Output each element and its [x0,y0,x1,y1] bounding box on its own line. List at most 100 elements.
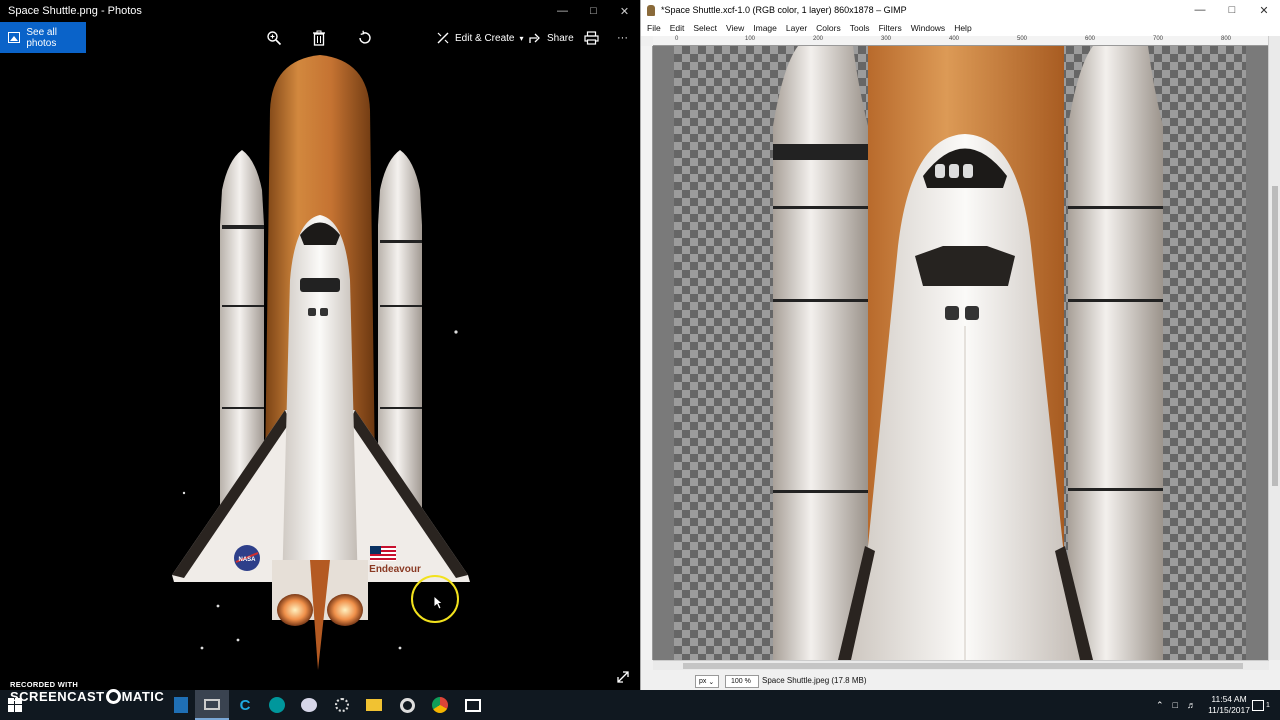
zoom-selector[interactable]: 100 % [725,675,759,688]
image-canvas[interactable] [653,46,1268,660]
gear-icon [335,698,349,712]
ruler-tick: 700 [1153,36,1164,42]
menu-file[interactable]: File [647,23,666,33]
chevron-down-icon: ▾ [519,33,524,43]
action-center-button[interactable]: 1 [1252,690,1270,720]
taskbar-app-c[interactable]: C [234,694,256,716]
photos-minimize-button[interactable]: — [547,0,578,22]
watermark-brand-a: SCREENCAST [10,689,105,704]
edit-create-label: Edit & Create [455,32,515,44]
ruler-tick: 300 [881,36,892,42]
c-logo-icon: C [239,696,251,714]
taskbar-screen-recorder[interactable] [195,690,229,720]
share-button[interactable]: Share [528,28,574,48]
taskbar-obs[interactable] [396,694,418,716]
ruler-tick: 600 [1085,36,1096,42]
ruler-tick: 200 [813,36,824,42]
zoom-icon [267,31,282,46]
taskbar-photos[interactable] [462,694,484,716]
photos-window-title: Space Shuttle.png - Photos [8,5,142,17]
ruler-tick: 400 [949,36,960,42]
photos-icon [465,698,481,712]
edit-create-button[interactable]: Edit & Create ▾ [436,28,524,48]
taskbar-arduino[interactable] [266,694,288,716]
photos-maximize-button[interactable]: □ [578,0,609,22]
edit-icon [437,32,449,44]
chevron-up-icon[interactable]: ⌃ [1156,700,1164,711]
taskbar-clock[interactable]: 11:54 AM 11/15/2017 [1208,694,1250,716]
status-image-info: Space Shuttle.jpeg (17.8 MB) [762,676,867,685]
menu-colors[interactable]: Colors [816,23,846,33]
rotate-button[interactable] [357,28,373,48]
see-all-photos-button[interactable]: See all photos [0,22,86,53]
unit-selector[interactable]: px ⌄ [695,675,719,688]
menu-select[interactable]: Select [693,23,722,33]
vertical-ruler[interactable] [641,46,653,660]
gimp-statusbar: px ⌄ 100 % Space Shuttle.jpeg (17.8 MB) [641,672,1280,690]
screencast-logo-icon [105,689,121,704]
gimp-minimize-button[interactable]: — [1184,0,1216,20]
menu-edit[interactable]: Edit [670,23,690,33]
windows-taskbar: C ⌃ □ ♬ 11:54 AM 11/15/2017 1 [0,690,1280,720]
zoom-button[interactable] [266,28,282,48]
ruler-tick: 100 [745,36,756,42]
chevron-down-icon: ⌄ [708,678,715,686]
notification-count: 1 [1266,701,1270,709]
menu-filters[interactable]: Filters [879,23,907,33]
clock-date: 11/15/2017 [1208,705,1250,715]
photos-titlebar: Space Shuttle.png - Photos [0,0,640,22]
photos-close-button[interactable]: ✕ [609,0,640,22]
folder-icon [366,699,382,711]
network-icon[interactable]: □ [1173,700,1178,710]
gimp-close-button[interactable]: ✕ [1248,0,1280,20]
photos-window-controls: — □ ✕ [547,0,640,22]
orbiter-name-text: Endeavour [369,564,421,575]
mouse-cursor-icon [433,595,443,610]
more-options-button[interactable]: ··· [617,28,628,48]
print-icon [584,31,599,45]
vertical-scroll-thumb[interactable] [1272,186,1278,486]
menu-layer[interactable]: Layer [786,23,812,33]
watermark-brand-b: MATIC [121,689,165,704]
share-icon [529,33,540,43]
desktop: Space Shuttle.png - Photos — □ ✕ See all… [0,0,1280,720]
watermark-line1: RECORDED WITH [10,680,79,689]
gimp-window: *Space Shuttle.xcf-1.0 (RGB color, 1 lay… [640,0,1280,690]
trash-icon [313,30,325,46]
menu-tools[interactable]: Tools [850,23,875,33]
app-icon [174,697,188,713]
volume-icon[interactable]: ♬ [1187,700,1196,710]
horizontal-scrollbar[interactable] [653,660,1269,670]
ruler-tick: 500 [1017,36,1028,42]
rotate-icon [359,30,371,44]
horizontal-ruler[interactable]: 0 100 200 300 400 500 600 700 800 [653,36,1269,46]
print-button[interactable] [584,28,599,48]
fullscreen-expand-icon[interactable] [616,670,630,684]
taskbar-blue-app[interactable] [170,694,192,716]
menu-image[interactable]: Image [753,23,782,33]
menu-windows[interactable]: Windows [911,23,950,33]
taskbar-file-explorer[interactable] [363,694,385,716]
taskbar-settings[interactable] [331,694,353,716]
photo-gallery-icon [8,32,21,43]
delete-button[interactable] [312,28,326,48]
menu-view[interactable]: View [726,23,749,33]
horizontal-scroll-thumb[interactable] [683,663,1243,669]
vertical-scrollbar[interactable] [1268,36,1280,660]
recording-watermark: RECORDED WITH SCREENCAST MATIC [10,680,164,704]
more-icon: ··· [617,32,628,44]
menu-help[interactable]: Help [954,23,976,33]
zoom-value: 100 % [731,678,751,685]
ruler-tick: 800 [1221,36,1232,42]
watermark-line2: SCREENCAST MATIC [10,689,164,704]
photos-window: Space Shuttle.png - Photos — □ ✕ See all… [0,0,640,690]
shuttle-layer [773,46,1163,660]
taskbar-chrome[interactable] [429,694,451,716]
gimp-menubar: File Edit Select View Image Layer Colors… [641,20,1280,36]
chrome-icon [432,697,448,713]
gimp-maximize-button[interactable]: □ [1216,0,1248,20]
taskbar-paint[interactable] [298,694,320,716]
arduino-icon [269,697,285,713]
palette-icon [301,698,317,712]
gimp-logo-icon [647,4,655,16]
